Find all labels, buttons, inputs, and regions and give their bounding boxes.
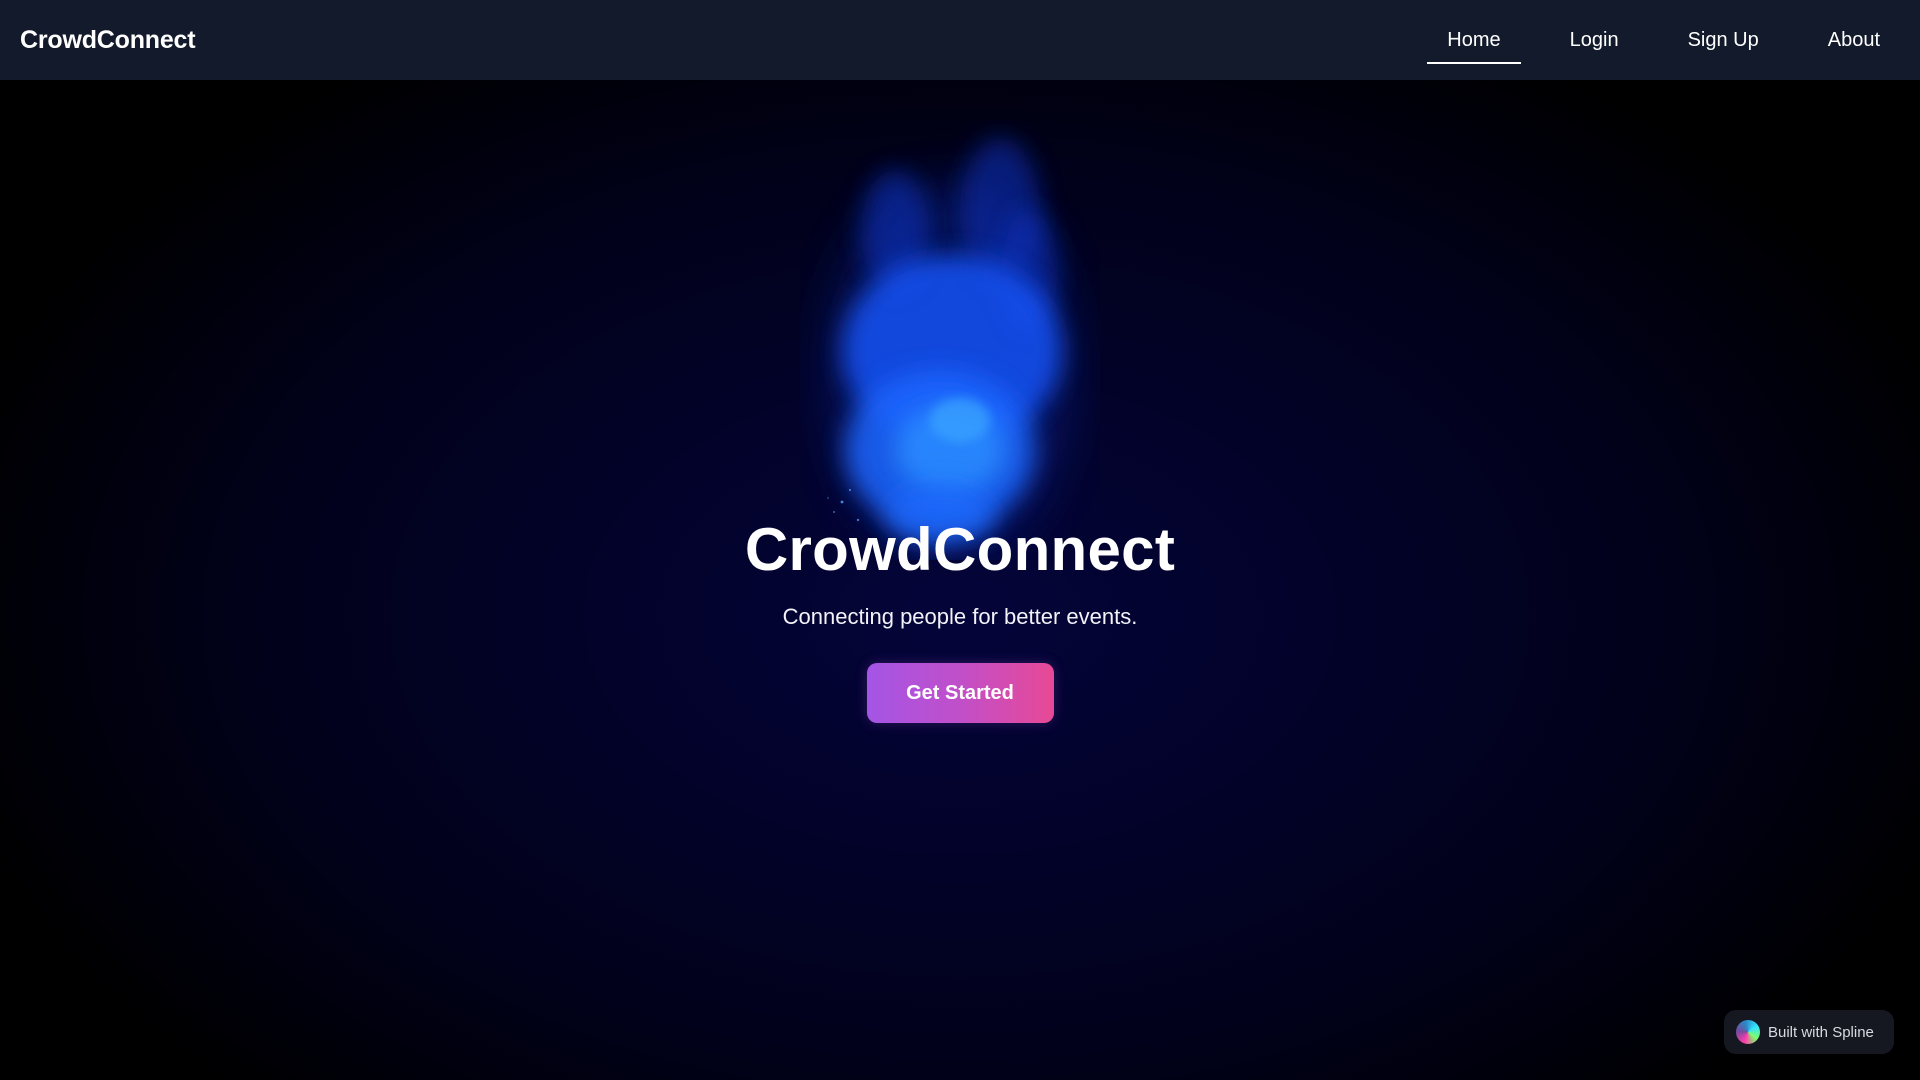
hero-title: CrowdConnect [744, 516, 1176, 583]
get-started-button[interactable]: Get Started [866, 663, 1054, 723]
brand-logo-text[interactable]: CrowdConnect [20, 26, 196, 55]
page: CrowdConnect Home Login Sign Up About Cr… [0, 0, 1920, 1080]
badge-label: Built with Spline [1768, 1023, 1874, 1041]
spline-logo-icon [1736, 1020, 1760, 1044]
nav-link-sign-up[interactable]: Sign Up [1668, 0, 1779, 80]
hero-subtitle: Connecting people for better events. [782, 604, 1138, 629]
nav-link-about[interactable]: About [1808, 0, 1900, 80]
hero-section: CrowdConnect Connecting people for bette… [0, 510, 1920, 723]
nav-link-home[interactable]: Home [1427, 0, 1522, 80]
built-with-spline-badge[interactable]: Built with Spline [1724, 1010, 1894, 1054]
nav-link-login[interactable]: Login [1550, 0, 1639, 80]
navbar: CrowdConnect Home Login Sign Up About [0, 0, 1920, 80]
blue-flame-3d-object[interactable] [800, 120, 1100, 560]
nav-links: Home Login Sign Up About [1398, 0, 1900, 80]
